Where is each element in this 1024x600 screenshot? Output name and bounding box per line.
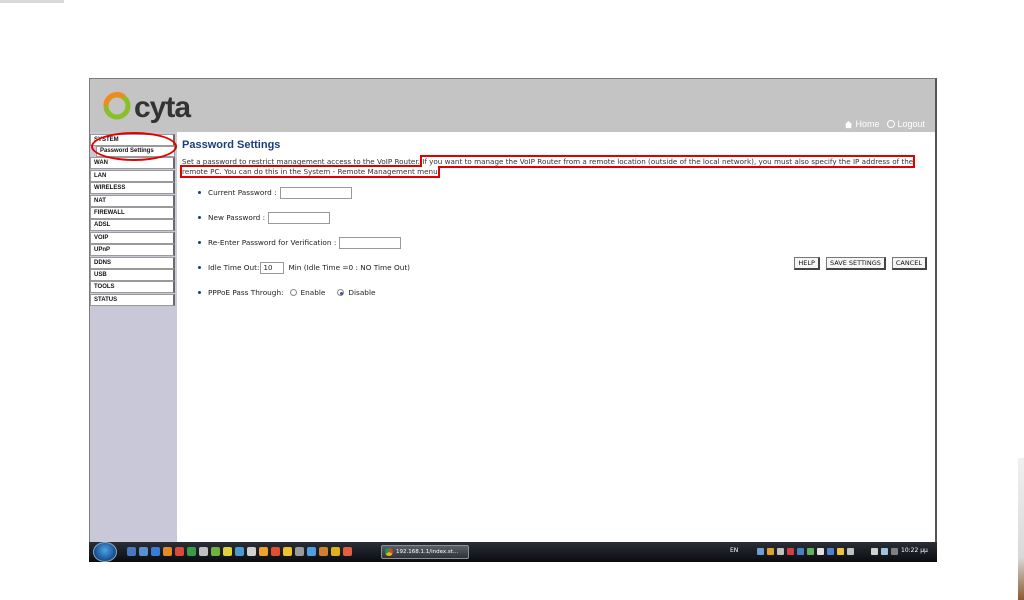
action-buttons: HELP SAVE SETTINGS CANCEL: [794, 257, 927, 270]
description-text: Set a password to restrict management ac…: [179, 155, 927, 178]
background-edge: [1018, 458, 1024, 600]
app-icon[interactable]: [259, 547, 268, 556]
sidebar-item-upnp[interactable]: UPnP: [90, 244, 175, 257]
bullet-icon: [198, 216, 201, 219]
folder-icon[interactable]: [163, 547, 172, 556]
app-icon[interactable]: [247, 547, 256, 556]
app-icon[interactable]: [343, 547, 352, 556]
ie-icon[interactable]: [151, 547, 160, 556]
reenter-password-label: Re-Enter Password for Verification :: [208, 238, 337, 247]
annotation-oval: [91, 132, 177, 161]
sidebar-item-nat[interactable]: NAT: [90, 194, 175, 207]
sidebar-item-lan[interactable]: LAN: [90, 169, 175, 182]
router-admin-window: cyta Home Logout SYSTEM Password Setting…: [89, 78, 937, 546]
pppoe-row: PPPoE Pass Through: Enable Disable: [198, 286, 927, 299]
page-title: Password Settings: [182, 139, 281, 151]
network-icon[interactable]: [871, 548, 878, 555]
current-password-label: Current Password :: [208, 188, 277, 197]
sidebar: SYSTEM Password Settings WAN LAN WIRELES…: [90, 132, 177, 546]
app-icon[interactable]: [319, 547, 328, 556]
app-icon[interactable]: [283, 547, 292, 556]
sidebar-item-wireless[interactable]: WIRELESS: [90, 182, 175, 195]
power-icon: [887, 120, 896, 128]
home-icon: [845, 120, 853, 128]
tray-icon[interactable]: [797, 548, 804, 555]
taskbar-browser-window[interactable]: 192.168.1.1/index.st...: [381, 545, 469, 559]
sidebar-item-voip[interactable]: VOIP: [90, 231, 175, 244]
tray-icon[interactable]: [787, 548, 794, 555]
pppoe-enable-label: Enable: [300, 288, 326, 297]
tray-icon[interactable]: [757, 548, 764, 555]
windows-taskbar: 192.168.1.1/index.st... EN 10:22 μμ: [89, 542, 937, 562]
logout-link[interactable]: Logout: [887, 119, 925, 129]
help-button[interactable]: HELP: [794, 257, 820, 270]
idle-timeout-label: Idle Time Out:: [208, 263, 260, 272]
volume-icon[interactable]: [881, 548, 888, 555]
language-indicator[interactable]: EN: [730, 547, 738, 554]
idle-timeout-input[interactable]: 10: [260, 261, 285, 274]
password-form: Current Password : New Password : Re-Ent…: [198, 186, 927, 299]
logout-label: Logout: [897, 119, 925, 129]
bullet-icon: [198, 291, 201, 294]
home-label: Home: [855, 119, 880, 129]
taskbar-window-label: 192.168.1.1/index.st...: [396, 549, 459, 555]
sidebar-item-adsl[interactable]: ADSL: [90, 219, 175, 232]
tray-icon[interactable]: [837, 548, 844, 555]
chrome-icon: [385, 548, 393, 556]
tray-icon[interactable]: [807, 548, 814, 555]
new-password-row: New Password :: [198, 211, 927, 224]
reenter-password-row: Re-Enter Password for Verification :: [198, 236, 927, 249]
app-icon[interactable]: [271, 547, 280, 556]
tray-icon[interactable]: [777, 548, 784, 555]
background-strip: [0, 0, 64, 3]
app-icon[interactable]: [187, 547, 196, 556]
pppoe-disable-radio[interactable]: [337, 289, 345, 296]
new-password-input[interactable]: [268, 211, 331, 224]
app-icon[interactable]: [307, 547, 316, 556]
save-settings-button[interactable]: SAVE SETTINGS: [825, 257, 886, 270]
idle-timeout-suffix: Min (Idle Time =0 : NO Time Out): [288, 263, 411, 272]
app-icon[interactable]: [295, 547, 304, 556]
new-password-label: New Password :: [208, 213, 266, 222]
cancel-button[interactable]: CANCEL: [891, 257, 927, 270]
sidebar-item-firewall[interactable]: FIREWALL: [90, 206, 175, 219]
pppoe-disable-label: Disable: [348, 288, 376, 297]
main-content: Password Settings Set a password to rest…: [179, 139, 927, 311]
header-links: Home Logout: [844, 119, 925, 129]
header-bar: cyta Home Logout: [90, 79, 935, 132]
app-icon[interactable]: [331, 547, 340, 556]
reenter-password-input[interactable]: [339, 236, 402, 249]
sidebar-item-tools[interactable]: TOOLS: [90, 281, 175, 294]
app-icon[interactable]: [199, 547, 208, 556]
tray-icon[interactable]: [827, 548, 834, 555]
bullet-icon: [198, 191, 201, 194]
chrome-icon[interactable]: [175, 547, 184, 556]
sidebar-item-ddns[interactable]: DDNS: [90, 256, 175, 269]
start-button[interactable]: [93, 542, 117, 562]
pppoe-enable-radio[interactable]: [289, 289, 297, 296]
tray-icon[interactable]: [847, 548, 854, 555]
app-icon[interactable]: [223, 547, 232, 556]
show-desktop-icon[interactable]: [127, 547, 136, 556]
logo-text: cyta: [134, 91, 191, 124]
explorer-icon[interactable]: [139, 547, 148, 556]
sidebar-item-status[interactable]: STATUS: [90, 293, 175, 306]
tray-icon[interactable]: [767, 548, 774, 555]
home-link[interactable]: Home: [844, 119, 879, 129]
tray-icon[interactable]: [817, 548, 824, 555]
tray-icon[interactable]: [891, 548, 898, 555]
taskbar-clock[interactable]: 10:22 μμ: [901, 547, 928, 554]
bullet-icon: [198, 241, 201, 244]
app-icon[interactable]: [211, 547, 220, 556]
app-icon[interactable]: [235, 547, 244, 556]
current-password-input[interactable]: [279, 186, 352, 199]
cyta-swirl-logo-icon: [103, 91, 131, 120]
bullet-icon: [198, 266, 201, 269]
pppoe-label: PPPoE Pass Through:: [208, 288, 284, 297]
current-password-row: Current Password :: [198, 186, 927, 199]
cyta-logo: cyta: [100, 87, 200, 124]
sidebar-item-usb[interactable]: USB: [90, 268, 175, 281]
description-part1: Set a password to restrict management ac…: [182, 157, 423, 166]
